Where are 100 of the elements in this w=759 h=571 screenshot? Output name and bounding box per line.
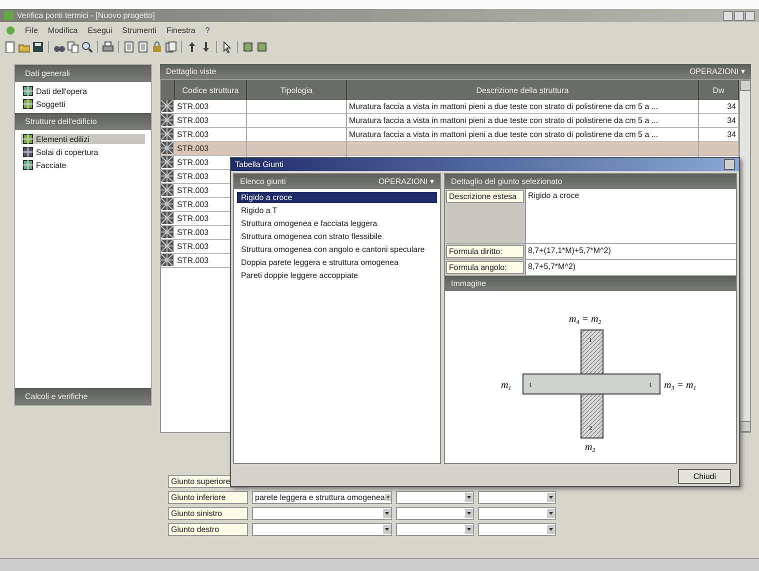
menu-item[interactable]: Esegui [88, 26, 112, 34]
dropdown-field[interactable] [478, 507, 556, 520]
input-field[interactable]: 8,7+(17,1*M)+5,7*M^2) [525, 244, 736, 259]
field-label: Giunto sinistro [168, 507, 248, 520]
table-cell: Muratura faccia a vista in mattoni pieni a due teste con strato di polistirene da cm 5 a ... [347, 128, 699, 141]
menu-item[interactable]: Strumenti [122, 26, 156, 34]
close-button[interactable] [745, 10, 755, 20]
item-icon [23, 86, 33, 96]
list-item[interactable]: Pareti doppie leggere accoppiate [237, 270, 437, 281]
section-header[interactable]: Dati generali [15, 65, 151, 82]
table-row[interactable]: STR.003 Muratura faccia a vista in mattoni pieni a due teste con strato di polistirene da cm 5 a ... 34 [161, 114, 739, 128]
table-cell: STR.003 [175, 128, 247, 141]
diagram-label: m$_{1}$ [500, 380, 511, 392]
dropdown-arrow-icon[interactable] [465, 493, 473, 502]
arrow-down-icon[interactable] [200, 41, 212, 53]
column-header[interactable]: Tipologia [247, 80, 347, 100]
dropdown-arrow-icon[interactable] [383, 509, 391, 518]
dropdown-field[interactable] [396, 523, 474, 536]
close-button[interactable]: Chiudi [678, 468, 731, 484]
tool-icon[interactable] [256, 41, 268, 53]
wall-icon [161, 184, 174, 196]
menu-item[interactable]: ? [205, 26, 210, 34]
section-header[interactable]: Calcoli e verifiche [15, 388, 151, 405]
scrollbar[interactable] [739, 80, 750, 432]
item-icon [23, 160, 33, 170]
dropdown-arrow-icon[interactable] [547, 525, 555, 534]
field-label: Formula diritto: [446, 245, 524, 258]
wall-icon [161, 226, 174, 238]
item-icon [23, 99, 33, 109]
section-header[interactable]: Strutture dell'edificio [15, 113, 151, 130]
item-icon [23, 134, 33, 144]
pointer-icon[interactable] [221, 41, 233, 53]
field-label: Giunto inferiore [168, 491, 248, 504]
sidebar-item[interactable]: Facciate [21, 160, 145, 170]
operations-menu[interactable]: OPERAZIONI ▾ [378, 177, 434, 186]
dropdown-field[interactable] [478, 523, 556, 536]
save-icon[interactable] [32, 41, 44, 53]
dropdown-arrow-icon[interactable] [465, 509, 473, 518]
copy-icon[interactable] [67, 41, 79, 53]
page-icon[interactable] [123, 41, 135, 53]
sidebar-item[interactable]: Solai di copertura [21, 147, 145, 157]
table-cell: STR.003 [175, 100, 247, 113]
dropdown-field[interactable] [478, 491, 556, 504]
wall-icon [161, 142, 174, 154]
wall-icon [161, 114, 174, 126]
wall-icon [161, 156, 174, 168]
arrow-up-icon[interactable] [186, 41, 198, 53]
dropdown-field[interactable] [396, 491, 474, 504]
wall-icon [161, 254, 174, 266]
page-icon[interactable] [137, 41, 149, 53]
dropdown-arrow-icon[interactable] [547, 509, 555, 518]
panel-title: Dettaglio del giunto selezionato [451, 177, 562, 186]
table-cell: Muratura faccia a vista in mattoni pieni a due teste con strato di polistirene da cm 5 a ... [347, 114, 699, 127]
menu-item[interactable]: Modifica [48, 26, 78, 34]
menu-item[interactable]: File [25, 26, 38, 34]
wall-icon [161, 212, 174, 224]
sidebar-item[interactable]: Soggetti [21, 99, 145, 109]
padlock-icon[interactable] [151, 41, 163, 53]
dropdown-arrow-icon[interactable] [384, 493, 391, 502]
dropdown-field[interactable]: parete leggera e struttura omogenea [252, 491, 392, 504]
menu-item[interactable]: Finestra [166, 26, 196, 34]
list-item[interactable]: Rigido a croce [237, 192, 437, 203]
magnifier-icon[interactable] [81, 41, 93, 53]
panel-title: Immagine [451, 279, 486, 288]
printer-icon[interactable] [102, 41, 114, 53]
pages-icon[interactable] [165, 41, 177, 53]
table-row[interactable]: STR.003 Muratura faccia a vista in mattoni pieni a due teste con strato di polistirene da cm 5 a ... 34 [161, 100, 739, 114]
sidebar-item[interactable]: Elementi edilizi [21, 134, 145, 144]
dropdown-arrow-icon[interactable] [383, 525, 391, 534]
wall-icon [161, 100, 174, 112]
wall-icon [161, 198, 174, 210]
window-title: Verifica ponti termici - [Nuovo progetto] [17, 11, 155, 20]
table-cell: Muratura faccia a vista in mattoni pieni a due teste con strato di polistirene da cm 5 a ... [347, 100, 699, 113]
operations-menu[interactable]: OPERAZIONI ▾ [689, 67, 745, 76]
input-field[interactable]: Rigido a croce [525, 189, 736, 243]
maximize-button[interactable] [734, 10, 744, 20]
panel-title: Dettaglio viste [166, 67, 216, 76]
diagram-label: m$_{3}$ = m$_{1}$ [664, 380, 696, 392]
dropdown-field[interactable] [252, 523, 392, 536]
field-label: Giunto destro [168, 523, 248, 536]
sidebar-item[interactable]: Dati dell'opera [21, 86, 145, 96]
table-cell: STR.003 [175, 114, 247, 127]
close-button[interactable] [724, 159, 735, 170]
table-row[interactable]: STR.003 [161, 142, 739, 156]
diagram-label: m$_{2}$ [584, 442, 595, 452]
table-cell: STR.003 [175, 142, 247, 155]
input-field[interactable]: 8,7+5,7*M^2) [525, 260, 736, 275]
column-header[interactable]: Codice struttura [175, 80, 247, 100]
field-label: Descrizione estesa [446, 190, 524, 203]
document-icon[interactable] [4, 41, 16, 53]
dropdown-field[interactable] [252, 507, 392, 520]
field-label: Formula angolo: [446, 261, 524, 274]
item-icon [23, 147, 33, 157]
dropdown-arrow-icon[interactable] [465, 525, 473, 534]
column-header[interactable]: Descrizione della struttura [347, 80, 699, 100]
dropdown-field[interactable] [396, 507, 474, 520]
wall-icon [161, 128, 174, 140]
tool-icon[interactable] [242, 41, 254, 53]
minimize-button[interactable] [723, 10, 733, 20]
dropdown-arrow-icon[interactable] [547, 493, 555, 502]
